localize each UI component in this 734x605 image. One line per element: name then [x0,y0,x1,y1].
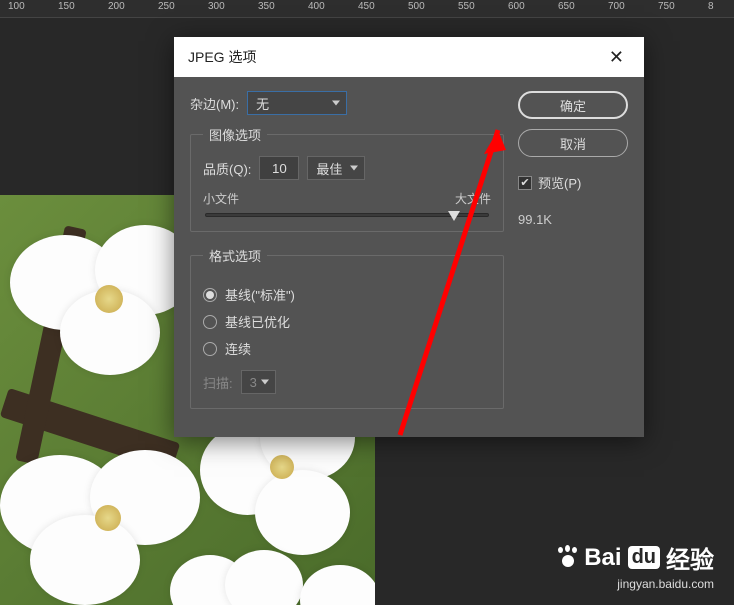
radio-icon[interactable] [203,315,217,329]
ruler-mark: 250 [158,1,175,12]
scan-dropdown: 3 [241,370,276,394]
ruler-mark: 200 [108,1,125,12]
quality-preset-dropdown[interactable]: 最佳 [307,156,365,180]
quality-label: 品质(Q): [203,159,251,178]
matte-label: 杂边(M): [190,94,239,113]
ruler-mark: 100 [8,1,25,12]
slider-thumb[interactable] [448,211,460,221]
slider-min-label: 小文件 [203,190,239,207]
format-radio-0[interactable]: 基线("标准") [203,285,491,304]
radio-label: 基线("标准") [225,285,295,304]
radio-label: 连续 [225,339,251,358]
ruler: 100 150 200 250 300 350 400 450 500 550 600 650 700 7… [0,0,734,18]
radio-label: 基线已优化 [225,312,290,331]
ruler-mark: 500 [408,1,425,12]
preview-checkbox[interactable]: ✔ [518,176,532,190]
ruler-mark: 750 [658,1,675,12]
format-options-group: 格式选项 基线("标准") 基线已优化连续 扫描: 3 [190,246,504,409]
format-radio-1[interactable]: 基线已优化 [203,312,491,331]
watermark: Baidu经验 jingyan.baidu.com [556,540,714,591]
dialog-title: JPEG 选项 [188,47,256,67]
scan-row: 扫描: 3 [203,370,491,394]
ruler-mark: 350 [258,1,275,12]
ruler-mark: 550 [458,1,475,12]
format-options-legend: 格式选项 [203,246,267,265]
quality-input[interactable] [259,156,299,180]
cancel-button[interactable]: 取消 [518,129,628,157]
ruler-mark: 150 [58,1,75,12]
radio-icon[interactable] [203,342,217,356]
image-options-legend: 图像选项 [203,125,267,144]
ruler-mark: 650 [558,1,575,12]
dialog-titlebar[interactable]: JPEG 选项 ✕ [174,37,644,77]
preview-label: 预览(P) [538,173,581,192]
ruler-mark: 450 [358,1,375,12]
ruler-mark: 8 [708,1,714,12]
image-options-group: 图像选项 品质(Q): 最佳 小文件 大文件 [190,125,504,232]
ruler-mark: 400 [308,1,325,12]
matte-dropdown[interactable]: 无 [247,91,347,115]
filesize-text: 99.1K [518,212,628,227]
jpeg-options-dialog: JPEG 选项 ✕ 杂边(M): 无 图像选项 品质(Q): 最佳 [174,37,644,437]
scan-label: 扫描: [203,373,233,392]
slider-max-label: 大文件 [455,190,491,207]
ruler-mark: 700 [608,1,625,12]
radio-icon[interactable] [203,288,217,302]
paw-icon [556,547,578,569]
ruler-mark: 600 [508,1,525,12]
quality-slider[interactable] [205,213,489,217]
ok-button[interactable]: 确定 [518,91,628,119]
format-radio-2[interactable]: 连续 [203,339,491,358]
ruler-mark: 300 [208,1,225,12]
preview-checkbox-row[interactable]: ✔ 预览(P) [518,173,628,192]
close-icon[interactable]: ✕ [603,43,630,72]
